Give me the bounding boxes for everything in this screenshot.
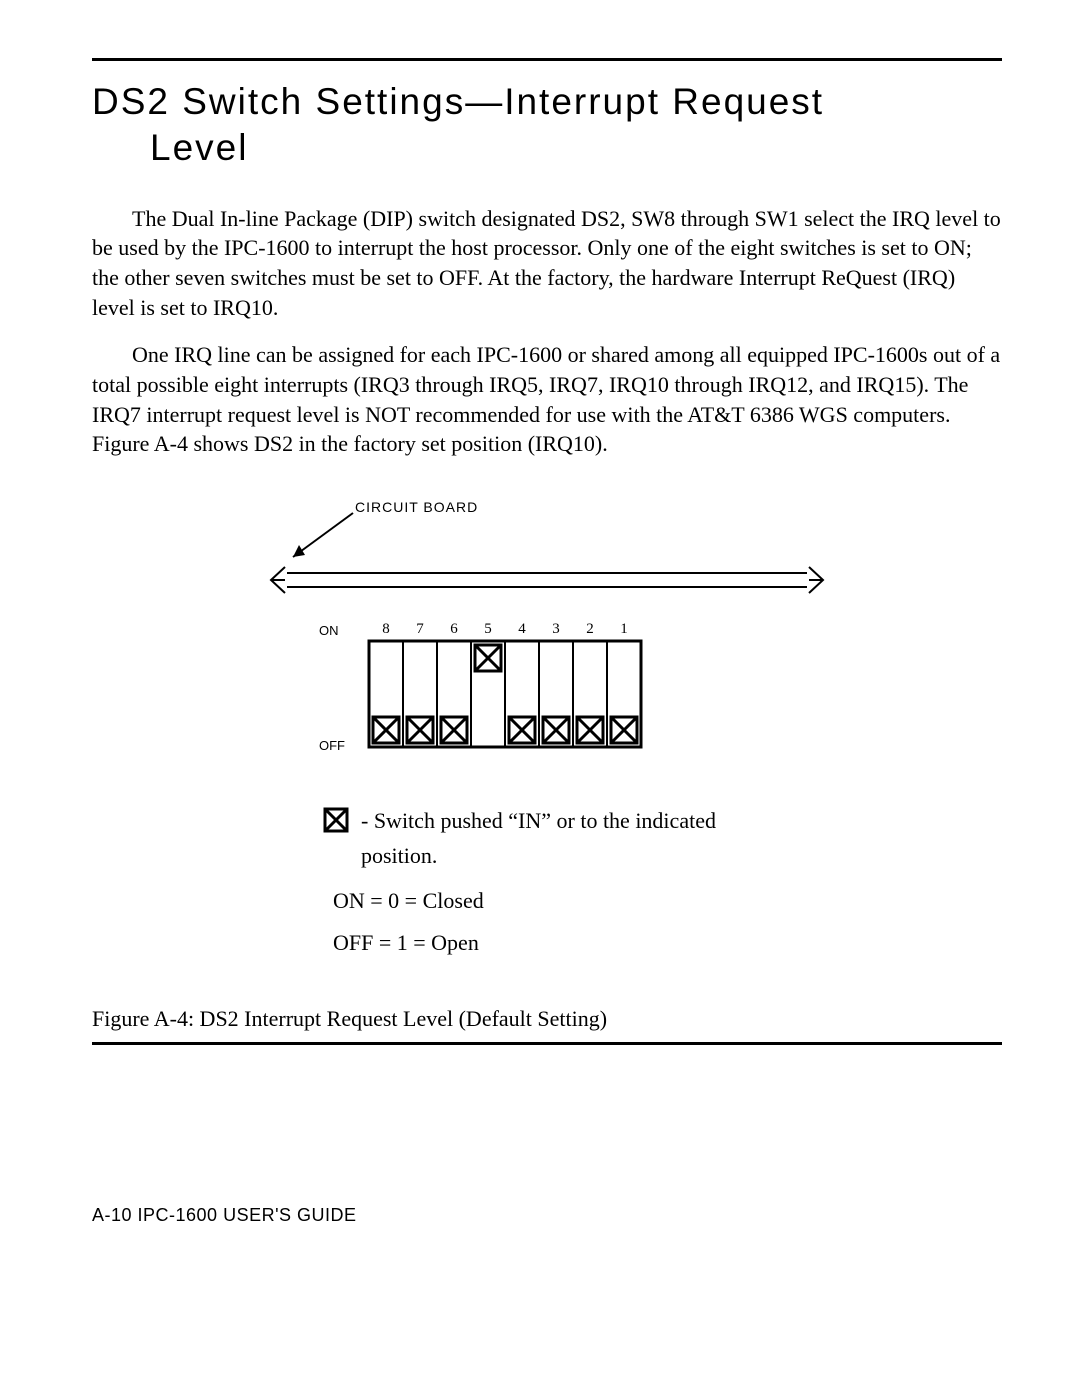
on-label: ON <box>319 623 345 638</box>
pointer-arrow-icon <box>271 503 359 567</box>
title-line-2: Level <box>92 127 248 168</box>
dip-switch-icon: 8 7 6 5 4 3 2 1 <box>359 619 659 753</box>
top-rule <box>92 58 1002 61</box>
sw5-on <box>475 645 501 671</box>
paragraph-1: The Dual In-line Package (DIP) switch de… <box>92 204 1002 323</box>
figure-caption: Figure A-4: DS2 Interrupt Request Level … <box>92 1006 1002 1032</box>
page-footer: A-10 IPC-1600 USER'S GUIDE <box>92 1205 1002 1226</box>
title-line-1: DS2 Switch Settings—Interrupt Request <box>92 81 824 122</box>
dip-switch: ON OFF 8 7 6 5 4 3 2 1 <box>319 619 827 759</box>
sw2-off <box>577 717 603 743</box>
off-label: OFF <box>319 738 345 753</box>
edge-left-icon <box>267 565 287 595</box>
legend: - Switch pushed “IN” or to the indicated… <box>323 803 827 960</box>
page-title: DS2 Switch Settings—Interrupt Request Le… <box>92 79 1002 172</box>
sw-num-8: 8 <box>382 621 390 637</box>
figure-rule <box>92 1042 1002 1045</box>
sw-num-4: 4 <box>518 621 526 637</box>
sw-num-7: 7 <box>416 621 424 637</box>
diagram: CIRCUIT BOARD ON <box>92 499 1002 966</box>
sw8-off <box>373 717 399 743</box>
x-box-icon <box>323 807 349 833</box>
sw1-off <box>611 717 637 743</box>
sw-num-5: 5 <box>484 621 492 637</box>
sw-num-2: 2 <box>586 621 594 637</box>
sw3-off <box>543 717 569 743</box>
sw-num-1: 1 <box>620 621 628 637</box>
board-edge <box>267 565 827 595</box>
edge-right-icon <box>807 565 827 595</box>
legend-on-eq: ON = 0 = Closed <box>333 883 827 918</box>
legend-pushed-text: - Switch pushed “IN” or to the indicated… <box>361 803 741 873</box>
sw7-off <box>407 717 433 743</box>
circuit-board-label: CIRCUIT BOARD <box>355 499 478 515</box>
sw6-off <box>441 717 467 743</box>
legend-off-eq: OFF = 1 = Open <box>333 925 827 960</box>
sw-num-3: 3 <box>552 621 560 637</box>
sw-num-6: 6 <box>450 621 458 637</box>
sw4-off <box>509 717 535 743</box>
paragraph-2: One IRQ line can be assigned for each IP… <box>92 340 1002 459</box>
